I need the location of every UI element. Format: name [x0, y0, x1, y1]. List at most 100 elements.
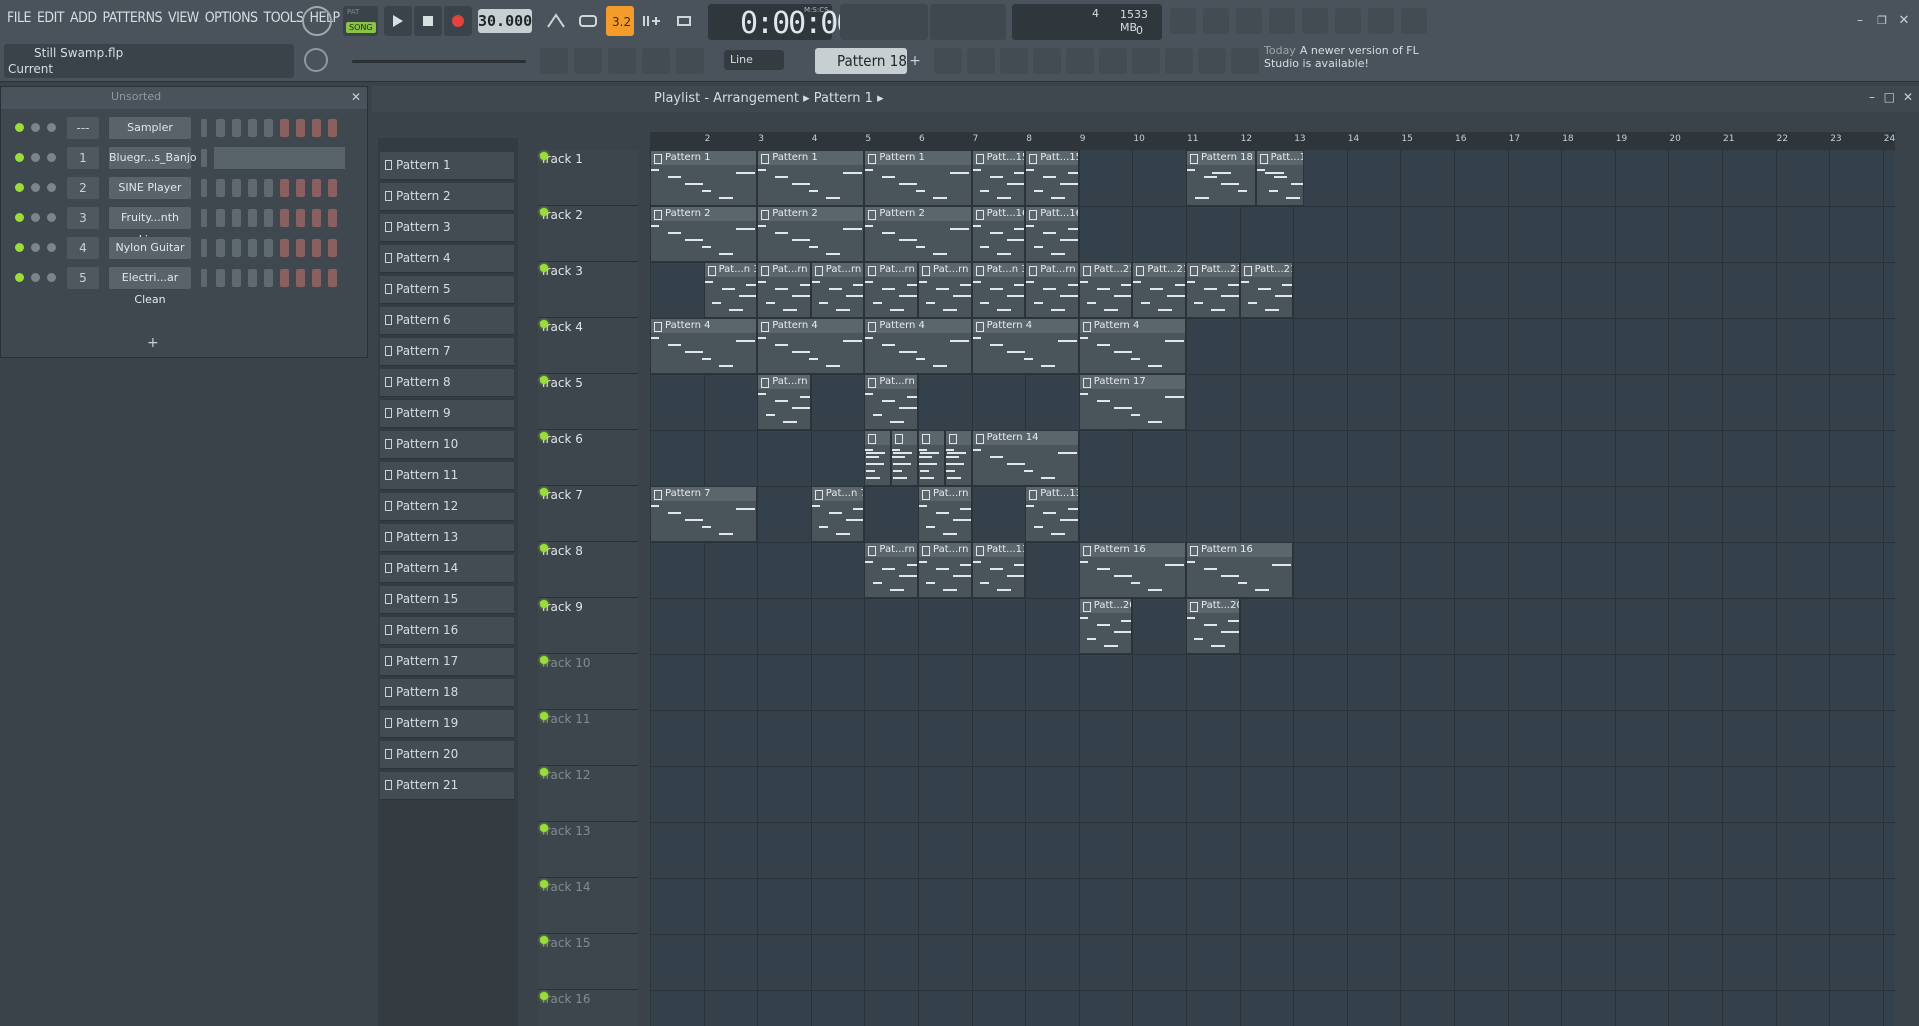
channel-mixer-track[interactable]: 5	[67, 267, 99, 289]
pattern-clip[interactable]: Patt...20	[1186, 598, 1240, 654]
step-button[interactable]	[296, 269, 305, 287]
step-button[interactable]	[312, 269, 321, 287]
pattern-list-item[interactable]: Pattern 7	[380, 338, 514, 366]
track-header[interactable]: Track 13	[538, 822, 638, 878]
playlist-grid[interactable]: Pattern 1 Pattern 1 Pattern 1 Patt...15 Patt…	[650, 150, 1895, 1026]
step-button[interactable]	[280, 269, 289, 287]
track-header[interactable]: Track 10	[538, 654, 638, 710]
channel-row[interactable]: 1 Bluegr...s_Banjo	[9, 145, 349, 171]
window-shortcut-icon[interactable]	[1165, 48, 1193, 74]
play-button[interactable]	[384, 6, 412, 36]
step-button[interactable]	[232, 119, 241, 137]
step-button[interactable]	[296, 209, 305, 227]
track-mute-icon[interactable]	[540, 992, 548, 1000]
pattern-clip[interactable]: Pattern 1	[650, 150, 758, 206]
pattern-clip[interactable]: Pattern 4	[1078, 318, 1186, 374]
channel-pan-knob[interactable]	[31, 123, 40, 132]
toolbar-shortcut-icon[interactable]	[1236, 8, 1262, 34]
pattern-clip[interactable]: Pat...rn 8	[864, 542, 918, 598]
pattern-list-item[interactable]: Pattern 8	[380, 369, 514, 397]
pattern-clip[interactable]	[864, 430, 892, 486]
track-header[interactable]: Track 12	[538, 766, 638, 822]
pattern-clip[interactable]: Pat...rn 3	[1025, 262, 1079, 318]
channel-pan-knob[interactable]	[31, 273, 40, 282]
pattern-clip[interactable]: Pattern 17	[1078, 374, 1186, 430]
track-header[interactable]: Track 14	[538, 878, 638, 934]
song-position-clock[interactable]: 0:00:00 M:S:CS	[708, 4, 854, 41]
channel-volume-knob[interactable]	[47, 183, 56, 192]
menu-item-patterns[interactable]: PATTERNS	[100, 6, 166, 34]
step-button[interactable]	[280, 209, 289, 227]
window-shortcut-icon[interactable]	[967, 48, 995, 74]
channel-row[interactable]: 3 Fruity...nth Live	[9, 205, 349, 246]
countdown-button[interactable]: 3.2	[606, 6, 634, 36]
toolbar-shortcut-icon[interactable]	[1170, 8, 1196, 34]
pattern-clip[interactable]: Pattern 2	[864, 206, 972, 262]
track-mute-icon[interactable]	[540, 936, 548, 944]
track-mute-icon[interactable]	[540, 152, 548, 160]
channel-pan-knob[interactable]	[31, 243, 40, 252]
step-button[interactable]	[264, 209, 273, 227]
pattern-clip[interactable]: Patt...15	[1025, 150, 1079, 206]
step-button[interactable]	[216, 119, 225, 137]
step-button[interactable]	[296, 239, 305, 257]
step-button[interactable]	[248, 179, 257, 197]
pattern-clip[interactable]: Patt...15	[971, 150, 1026, 206]
pattern-clip[interactable]: Pat...rn 7	[918, 486, 972, 542]
pattern-clip[interactable]: Pattern 16	[1186, 542, 1294, 598]
channel-led-icon[interactable]	[15, 123, 24, 132]
pattern-clip[interactable]: Pattern 4	[864, 318, 972, 374]
track-mute-icon[interactable]	[540, 880, 548, 888]
window-shortcut-icon[interactable]	[1132, 48, 1160, 74]
channel-name-button[interactable]: Bluegr...s_Banjo	[109, 147, 197, 169]
channel-volume-knob[interactable]	[47, 153, 56, 162]
close-icon[interactable]: ✕	[1903, 90, 1913, 104]
step-button[interactable]	[232, 269, 241, 287]
track-mute-icon[interactable]	[540, 208, 548, 216]
channel-name-button[interactable]: Nylon Guitar	[109, 237, 191, 259]
pattern-clip[interactable]: Pat...rn 3	[757, 262, 811, 318]
step-button[interactable]	[216, 269, 225, 287]
timeline-ruler[interactable]: 2 3 4 5 6 7 8 9 10 11 12 13 14 15 16 17 18 19 20 21 22 23 24	[650, 132, 1895, 150]
pattern-clip[interactable]: Pattern 2	[757, 206, 865, 262]
track-header[interactable]: Track 6	[538, 430, 638, 486]
channel-volume-knob[interactable]	[47, 273, 56, 282]
pattern-list-item[interactable]: Pattern 1	[380, 152, 514, 180]
step-button[interactable]	[312, 239, 321, 257]
pattern-clip[interactable]: Pat...rn 5	[864, 374, 918, 430]
channel-led-icon[interactable]	[15, 243, 24, 252]
pattern-clip[interactable]: Pattern 4	[971, 318, 1079, 374]
vertical-scrollbar[interactable]	[1895, 132, 1919, 1026]
channel-row[interactable]: --- Sampler	[9, 115, 349, 141]
view-tool-icon[interactable]	[676, 48, 704, 74]
blend-notes-button[interactable]	[638, 6, 666, 36]
track-header[interactable]: Track 7	[538, 486, 638, 542]
channel-pan-knob[interactable]	[31, 183, 40, 192]
pattern-clip[interactable]: Patt...16	[971, 206, 1026, 262]
track-mute-icon[interactable]	[540, 432, 548, 440]
pattern-clip[interactable]	[944, 430, 972, 486]
pattern-list-item[interactable]: Pattern 3	[380, 214, 514, 242]
track-mute-icon[interactable]	[540, 712, 548, 720]
pattern-clip[interactable]: Patt...21	[1239, 262, 1294, 318]
track-header[interactable]: Track 11	[538, 710, 638, 766]
toolbar-shortcut-icon[interactable]	[1269, 8, 1295, 34]
channel-pan-knob[interactable]	[31, 213, 40, 222]
minimize-icon[interactable]: –	[1869, 90, 1875, 104]
channel-volume-knob[interactable]	[47, 213, 56, 222]
channel-name-button[interactable]: Sampler	[109, 117, 191, 139]
metronome-button[interactable]	[542, 6, 570, 36]
pattern-clip[interactable]: Pattern 4	[757, 318, 865, 374]
step-button[interactable]	[232, 179, 241, 197]
step-button[interactable]	[248, 269, 257, 287]
track-mute-icon[interactable]	[540, 656, 548, 664]
menu-item-view[interactable]: VIEW	[165, 6, 202, 34]
loop-record-button[interactable]	[670, 6, 698, 36]
channel-volume-knob[interactable]	[47, 243, 56, 252]
window-shortcut-icon[interactable]	[1231, 48, 1259, 74]
step-button[interactable]	[248, 119, 257, 137]
pattern-clip[interactable]: Pat...rn 5	[757, 374, 811, 430]
channel-row[interactable]: 4 Nylon Guitar	[9, 235, 349, 261]
pattern-clip[interactable]: Pat...rn 3	[810, 262, 865, 318]
step-button[interactable]	[312, 209, 321, 227]
